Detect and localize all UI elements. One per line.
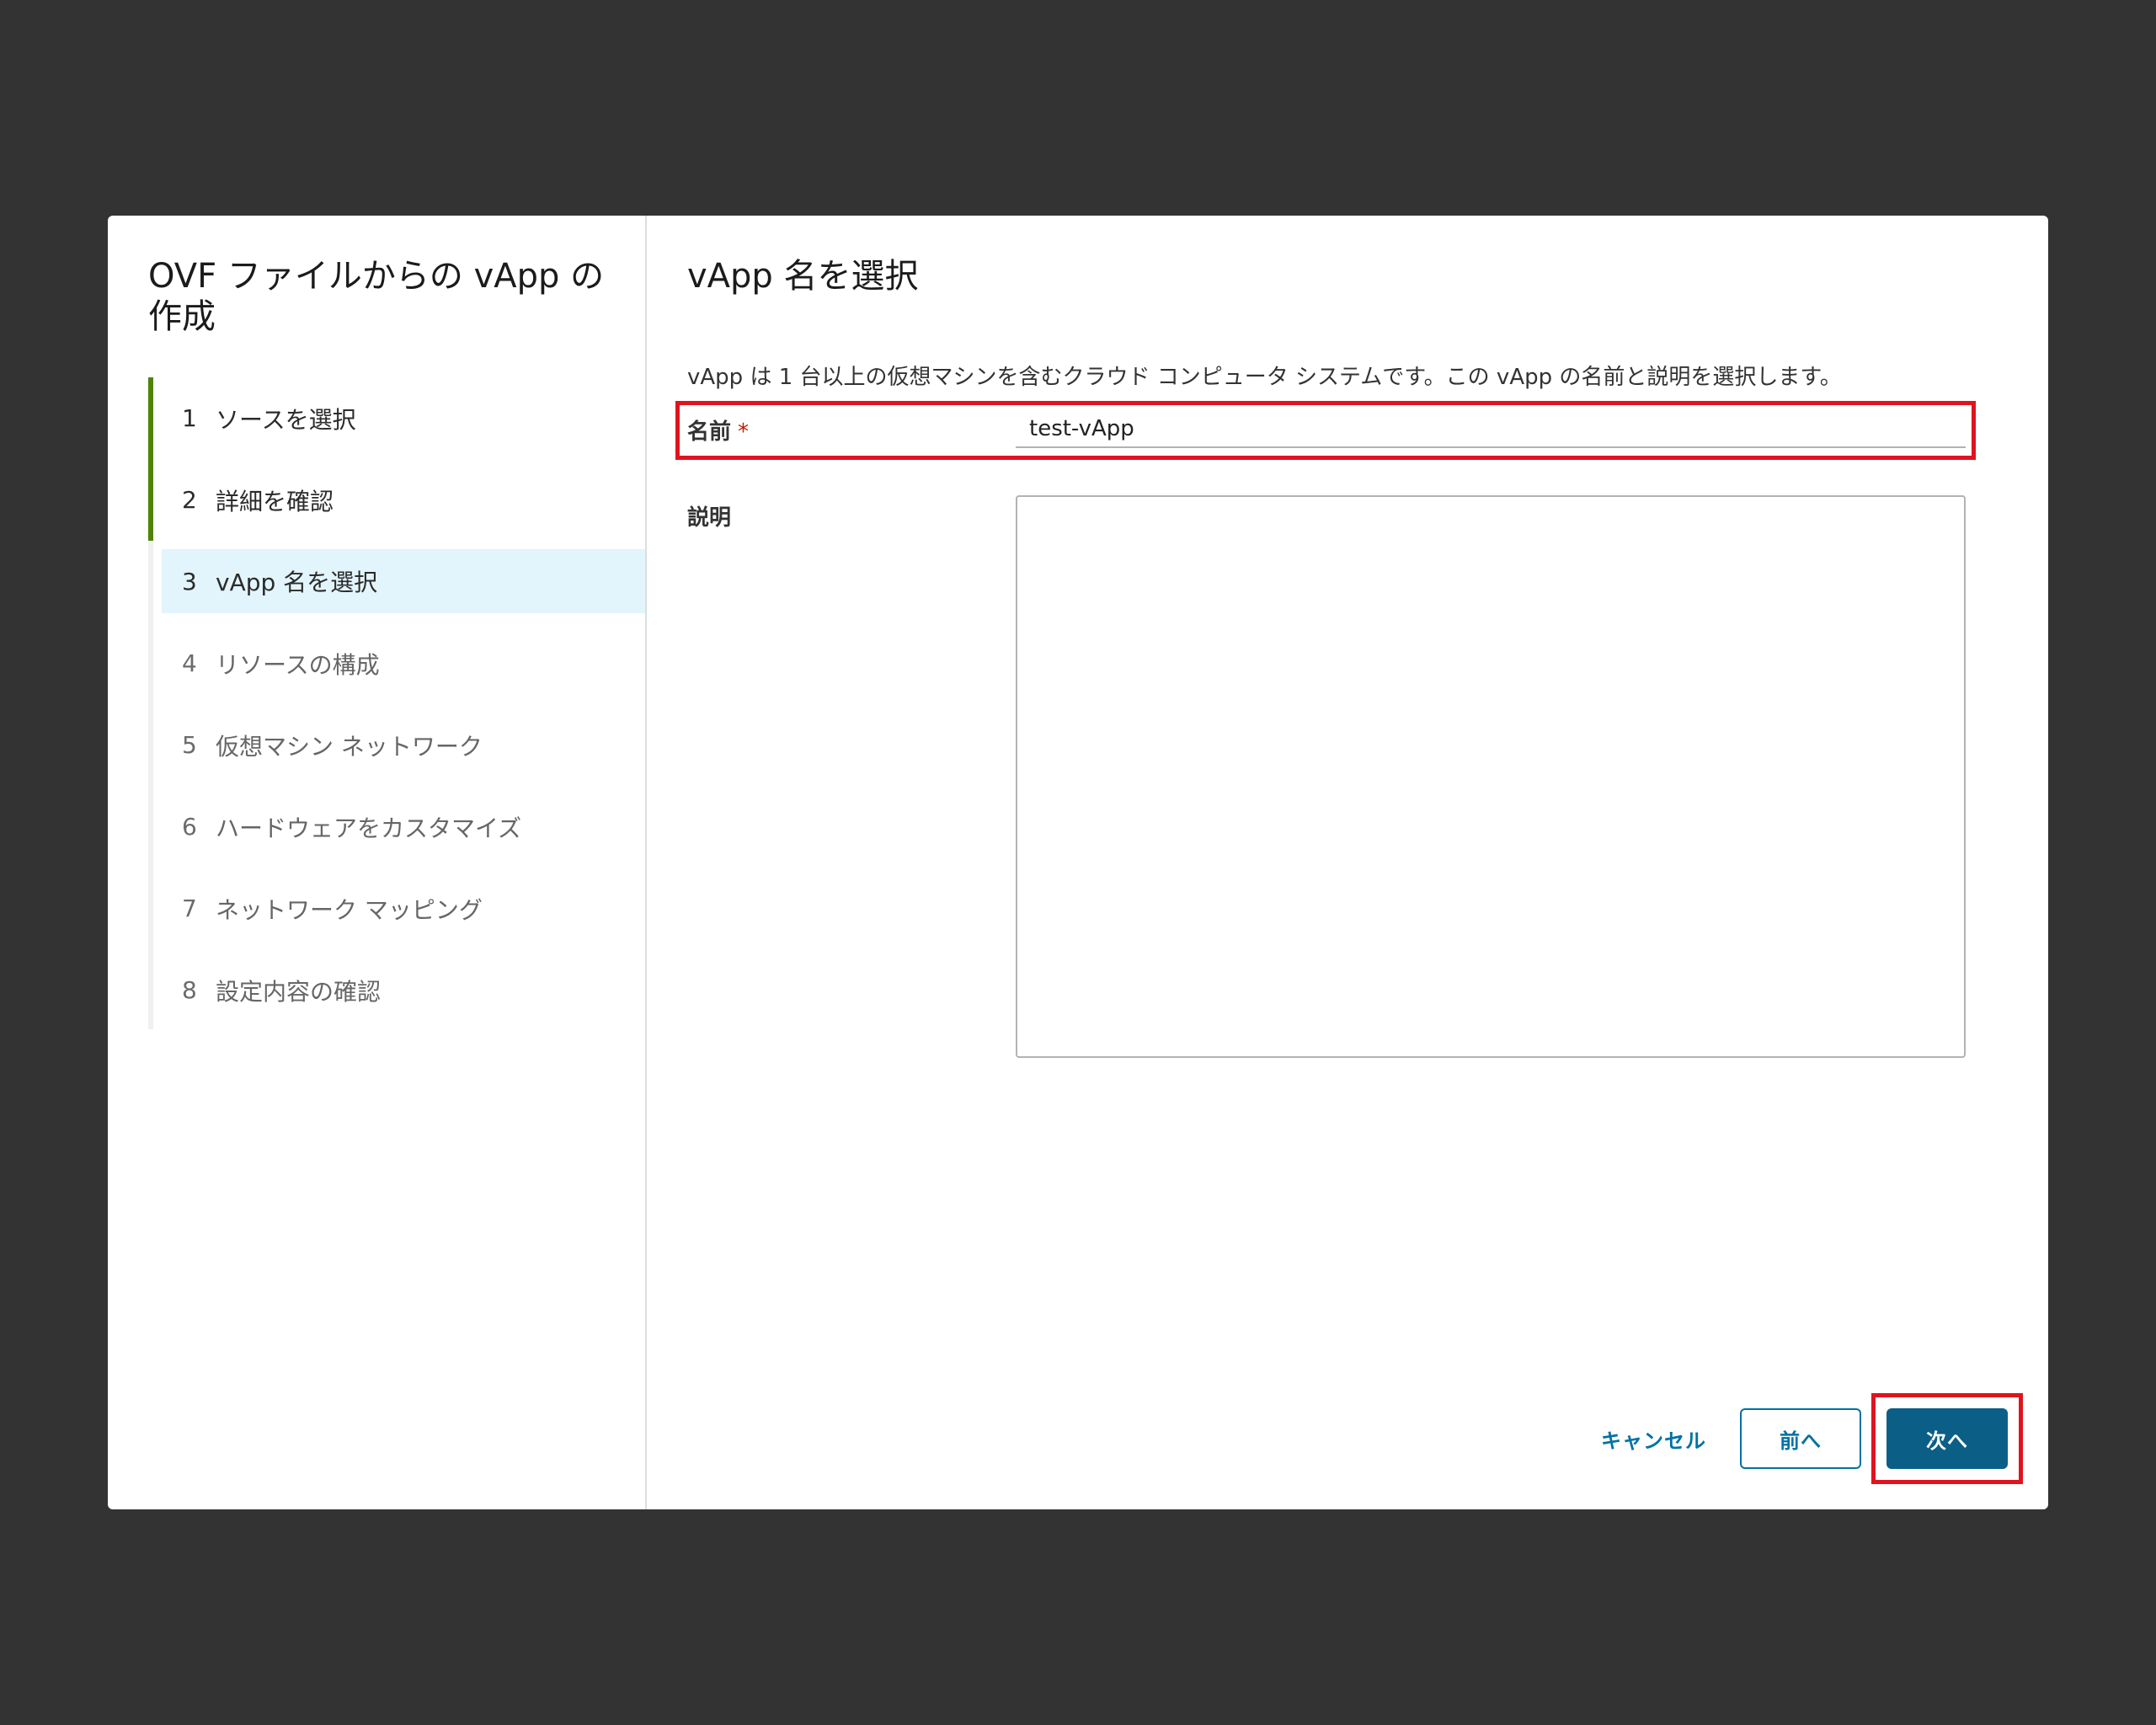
wizard-steps: 1 ソースを選択 2 詳細を確認 3 vApp 名を選択 4 リソースの構成 5… — [148, 377, 645, 1031]
name-label-text: 名前 — [687, 419, 732, 445]
wizard-modal: OVF ファイルからの vApp の作成 1 ソースを選択 2 詳細を確認 3 … — [108, 216, 2048, 1509]
step-number: 2 — [182, 486, 197, 514]
wizard-title: OVF ファイルからの vApp の作成 — [148, 257, 605, 336]
step-select-source[interactable]: 1 ソースを選択 — [148, 377, 645, 459]
step-review-settings: 8 設定内容の確認 — [148, 949, 645, 1031]
step-number: 3 — [182, 567, 197, 595]
step-label: 設定内容の確認 — [216, 977, 382, 1006]
back-button[interactable]: 前へ — [1740, 1408, 1861, 1469]
step-label: ハードウェアをカスタマイズ — [216, 814, 522, 842]
name-form-row: 名前 * — [675, 401, 2048, 460]
step-network-mapping: 7 ネットワーク マッピング — [148, 868, 645, 949]
step-label: 仮想マシン ネットワーク — [216, 732, 483, 761]
step-number: 7 — [182, 895, 197, 922]
step-label: ネットワーク マッピング — [216, 895, 483, 924]
next-button-wrap: 次へ — [1871, 1393, 2023, 1484]
name-label: 名前 * — [687, 414, 1016, 446]
step-number: 1 — [182, 404, 197, 432]
step-label: ソースを選択 — [216, 405, 356, 434]
vapp-name-input[interactable] — [1016, 411, 1966, 448]
wizard-content: vApp 名を選択 vApp は 1 台以上の仮想マシンを含むクラウド コンピュ… — [647, 216, 2048, 1509]
next-button[interactable]: 次へ — [1886, 1408, 2008, 1469]
step-label: vApp 名を選択 — [216, 569, 378, 596]
step-number: 5 — [182, 731, 197, 759]
description-textarea[interactable] — [1016, 495, 1966, 1058]
step-number: 4 — [182, 649, 197, 677]
step-review-details[interactable]: 2 詳細を確認 — [148, 459, 645, 541]
step-customize-hardware: 6 ハードウェアをカスタマイズ — [148, 786, 645, 868]
step-configure-resources: 4 リソースの構成 — [148, 622, 645, 704]
cancel-button[interactable]: キャンセル — [1581, 1408, 1726, 1469]
wizard-footer: キャンセル 前へ 次へ — [1581, 1393, 2023, 1484]
description-label: 説明 — [687, 505, 732, 531]
page-title: vApp 名を選択 — [687, 257, 919, 296]
required-marker: * — [738, 419, 750, 445]
step-select-vapp-name[interactable]: 3 vApp 名を選択 — [162, 549, 645, 613]
step-vm-network: 5 仮想マシン ネットワーク — [148, 704, 645, 786]
description-form-row: 説明 — [687, 495, 2048, 1058]
wizard-sidebar: OVF ファイルからの vApp の作成 1 ソースを選択 2 詳細を確認 3 … — [108, 216, 647, 1509]
step-label: 詳細を確認 — [216, 487, 334, 515]
step-number: 6 — [182, 813, 197, 841]
step-number: 8 — [182, 976, 197, 1004]
step-label: リソースの構成 — [216, 650, 380, 679]
panel-description: vApp は 1 台以上の仮想マシンを含むクラウド コンピュータ システムです。… — [687, 365, 1842, 390]
